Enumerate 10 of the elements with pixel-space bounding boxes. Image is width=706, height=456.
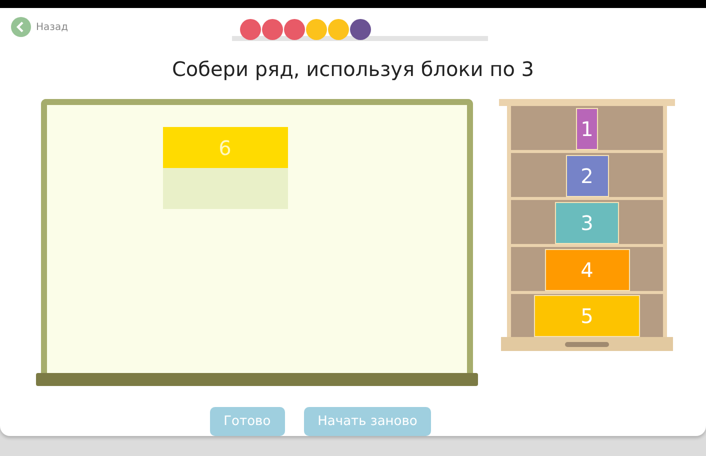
task-title: Собери ряд, используя блоки по 3 — [170, 56, 536, 83]
number-block[interactable]: 2 — [566, 155, 608, 197]
drawer-handle — [565, 342, 609, 346]
number-block[interactable]: 1 — [576, 108, 598, 150]
back-icon — [11, 17, 31, 37]
number-block[interactable]: 4 — [544, 249, 630, 291]
number-block[interactable]: 3 — [555, 202, 619, 244]
back-link[interactable]: Назад — [11, 17, 68, 37]
number-block[interactable]: 5 — [534, 295, 640, 337]
number-block[interactable]: 6 — [162, 127, 288, 168]
